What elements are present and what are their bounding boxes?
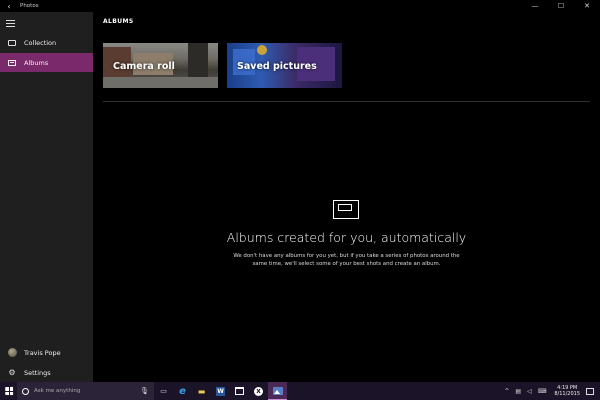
cortana-icon [22, 387, 29, 395]
search-placeholder: Ask me anything [34, 388, 81, 394]
page-title: ALBUMS [103, 18, 134, 25]
taskbar-edge[interactable]: e [173, 382, 192, 400]
start-button[interactable] [0, 382, 17, 400]
clock[interactable]: 4:19 PM 8/11/2015 [554, 385, 580, 397]
store-icon [235, 387, 244, 395]
photos-icon [272, 386, 283, 395]
volume-icon[interactable]: ◁ [527, 388, 532, 395]
xbox-icon: x [254, 386, 263, 396]
taskbar-word[interactable]: W [211, 382, 230, 400]
album-tile-label: Saved pictures [237, 61, 317, 72]
sidebar-item-label: Albums [24, 58, 49, 67]
album-icon [333, 200, 359, 219]
taskbar-photos[interactable] [268, 382, 287, 400]
back-button[interactable]: ‹ [0, 0, 18, 12]
word-icon: W [216, 386, 225, 396]
maximize-button[interactable]: ☐ [548, 0, 574, 12]
task-view-icon: ▭ [160, 387, 167, 395]
taskbar: Ask me anything 🎙 ▭ e ▬ W x ^ ▤ ◁ ⌨ 4:19… [0, 382, 600, 400]
sidebar-item-settings[interactable]: ⚙ Settings [0, 363, 93, 382]
empty-state-description: We don't have any albums for you yet, bu… [233, 253, 460, 267]
edge-icon: e [179, 385, 186, 397]
sidebar-item-collection[interactable]: Collection [0, 33, 93, 52]
taskbar-store[interactable] [230, 382, 249, 400]
windows-logo-icon [4, 386, 13, 396]
albums-icon [0, 59, 24, 66]
main-content: ALBUMS Camera roll Saved pictures Albums… [93, 12, 600, 382]
sidebar-item-label: Collection [24, 38, 57, 47]
empty-state-heading: Albums created for you, automatically [226, 230, 467, 245]
sidebar-item-albums[interactable]: Albums [0, 53, 93, 72]
keyboard-icon[interactable]: ⌨ [538, 388, 547, 395]
album-tile-saved-pictures[interactable]: Saved pictures [227, 43, 342, 88]
minimize-button[interactable]: — [522, 0, 548, 12]
microphone-icon[interactable]: 🎙 [140, 387, 149, 395]
title-bar: ‹ Photos — ☐ ✕ [0, 0, 600, 12]
gear-icon: ⚙ [8, 368, 16, 377]
collection-icon [0, 39, 24, 46]
user-name: Travis Pope [24, 348, 61, 357]
hamburger-menu-icon[interactable] [6, 20, 15, 28]
network-icon[interactable]: ▤ [515, 388, 521, 395]
cortana-search-box[interactable]: Ask me anything 🎙 [17, 382, 154, 400]
taskbar-xbox[interactable]: x [249, 382, 268, 400]
folder-icon: ▬ [197, 386, 206, 396]
sidebar: Collection Albums Travis Pope ⚙ Settings [0, 12, 93, 382]
sidebar-item-account[interactable]: Travis Pope [0, 343, 93, 362]
album-tile-label: Camera roll [113, 61, 175, 72]
avatar [7, 348, 17, 357]
clock-date: 8/11/2015 [554, 391, 580, 397]
task-view-button[interactable]: ▭ [154, 382, 173, 400]
divider [103, 101, 590, 102]
taskbar-explorer[interactable]: ▬ [192, 382, 211, 400]
action-center-icon[interactable] [586, 387, 594, 395]
album-tile-camera-roll[interactable]: Camera roll [103, 43, 218, 88]
sidebar-item-label: Settings [24, 368, 51, 377]
system-tray: ^ ▤ ◁ ⌨ 4:19 PM 8/11/2015 [498, 382, 600, 400]
app-title: Photos [20, 3, 39, 9]
close-button[interactable]: ✕ [574, 0, 600, 12]
window-controls: — ☐ ✕ [522, 0, 600, 12]
chevron-up-icon[interactable]: ^ [504, 388, 509, 395]
